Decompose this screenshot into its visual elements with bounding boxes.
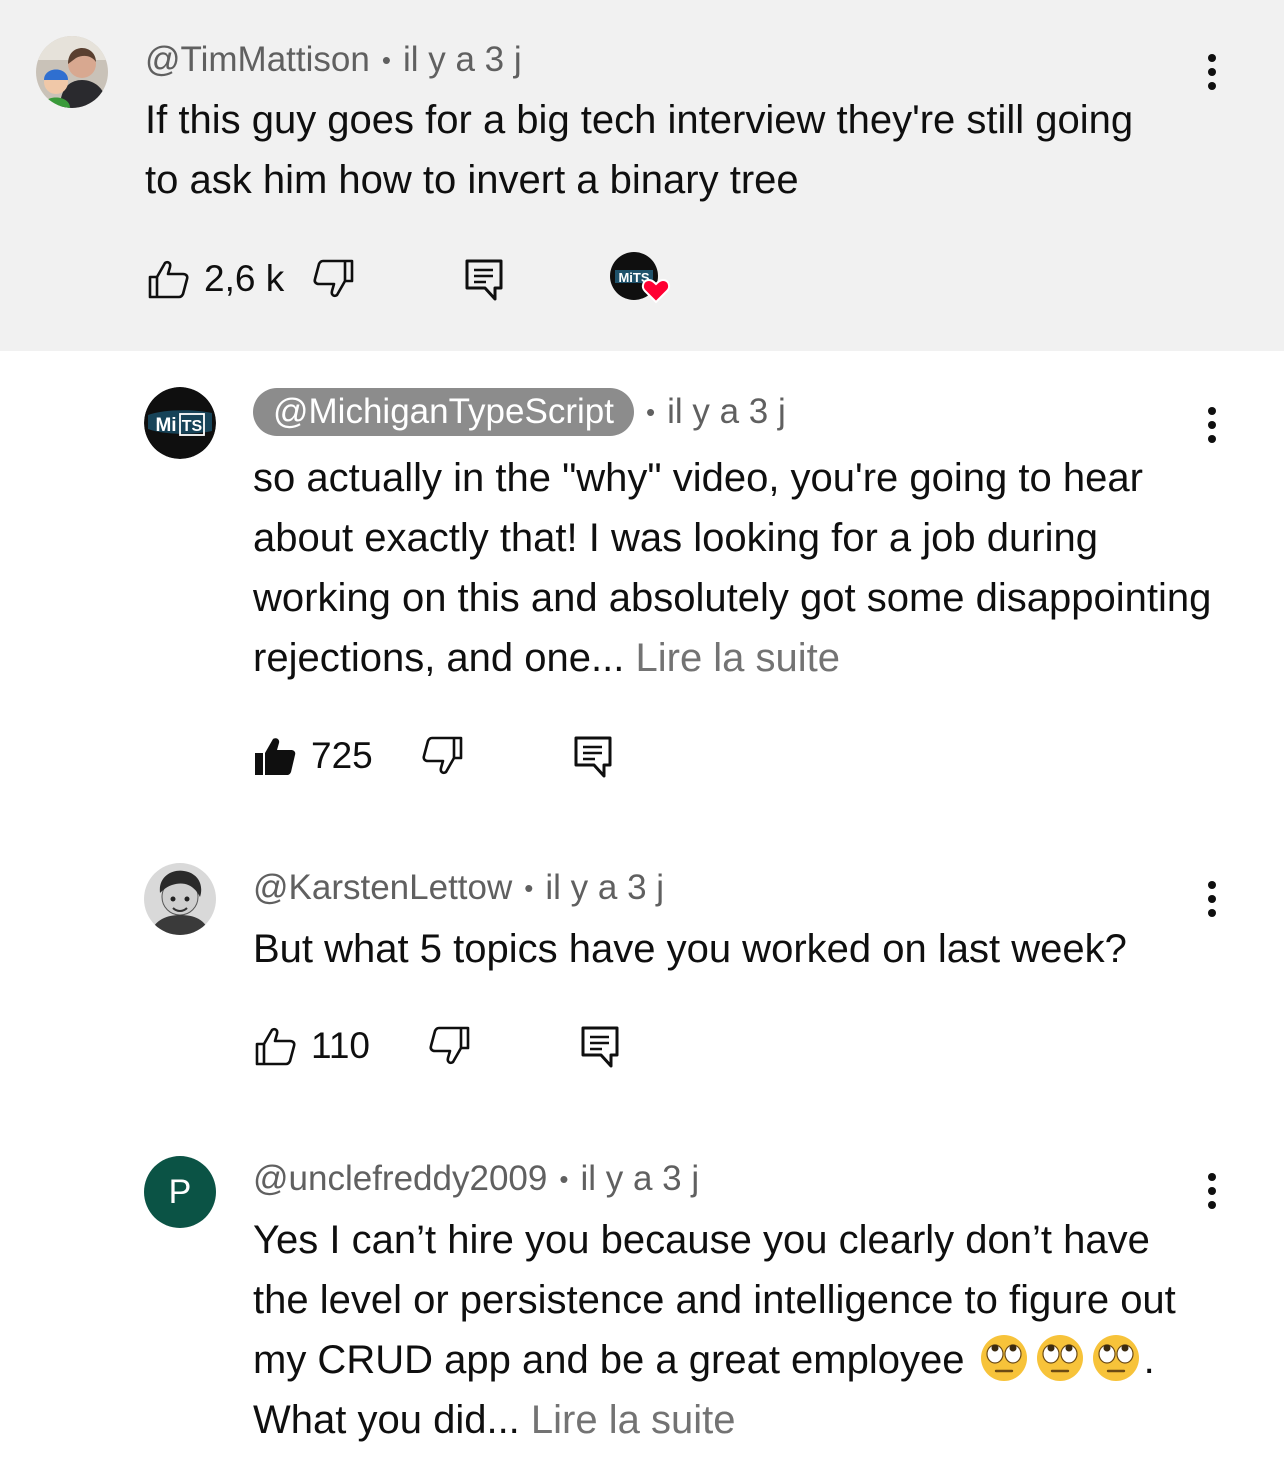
avatar[interactable] xyxy=(144,863,216,935)
comment-text: so actually in the "why" video, you're g… xyxy=(253,448,1213,688)
comment-time[interactable]: il y a 3 j xyxy=(545,868,664,908)
reply-icon[interactable] xyxy=(571,734,615,778)
more-options-button[interactable] xyxy=(1202,881,1222,921)
avatar[interactable]: P xyxy=(144,1156,216,1228)
comment-time[interactable]: il y a 3 j xyxy=(667,392,786,432)
creator-handle-badge[interactable]: @MichiganTypeScript xyxy=(253,388,634,436)
comment-item: P @unclefreddy2009 • il y a 3 j Yes I ca… xyxy=(0,1121,1284,1464)
dislike-icon[interactable] xyxy=(428,1024,472,1068)
comment-meta: @TimMattison • il y a 3 j xyxy=(145,40,522,80)
comment-actions: 725 xyxy=(253,731,615,781)
comment-text: Yes I can’t hire you because you clearly… xyxy=(253,1210,1213,1450)
like-count: 725 xyxy=(311,735,373,776)
more-options-button[interactable] xyxy=(1202,1173,1222,1213)
face-with-rolling-eyes-icon xyxy=(1091,1333,1141,1383)
svg-text:TS: TS xyxy=(182,418,203,435)
svg-text:Mi: Mi xyxy=(155,415,176,436)
creator-avatar-icon: MiTS xyxy=(610,252,671,304)
comment-text: If this guy goes for a big tech intervie… xyxy=(145,98,1134,202)
like-count: 2,6 k xyxy=(204,258,285,299)
comment-actions: 110 xyxy=(253,1021,622,1071)
reply-icon[interactable] xyxy=(578,1024,622,1068)
comment-meta: @unclefreddy2009 • il y a 3 j xyxy=(253,1159,699,1199)
meta-separator: • xyxy=(645,396,656,427)
comment-time[interactable]: il y a 3 j xyxy=(580,1159,699,1199)
like-count: 110 xyxy=(311,1025,370,1066)
meta-separator: • xyxy=(559,1163,569,1194)
read-more-link[interactable]: Lire la suite xyxy=(531,1398,736,1442)
meta-separator: • xyxy=(381,44,391,75)
avatar-letter: P xyxy=(168,1172,192,1211)
face-with-rolling-eyes-icon xyxy=(1035,1333,1085,1383)
meta-separator: • xyxy=(524,872,534,903)
reply-icon[interactable] xyxy=(462,257,506,301)
comment-meta: @KarstenLettow • il y a 3 j xyxy=(253,868,664,908)
comment-meta: @MichiganTypeScript • il y a 3 j xyxy=(253,388,786,436)
comment-item: @KarstenLettow • il y a 3 j But what 5 t… xyxy=(0,821,1284,1121)
dislike-icon[interactable] xyxy=(312,257,356,301)
like-icon[interactable] xyxy=(253,1024,297,1068)
more-options-button[interactable] xyxy=(1202,54,1222,94)
author-handle[interactable]: @TimMattison xyxy=(145,40,370,80)
like-filled-icon[interactable] xyxy=(253,734,297,778)
more-options-button[interactable] xyxy=(1202,407,1222,447)
comment-item: Mi TS @MichiganTypeScript • il y a 3 j s… xyxy=(0,351,1284,821)
dislike-icon[interactable] xyxy=(421,734,465,778)
avatar[interactable] xyxy=(36,36,108,108)
comment-text: But what 5 topics have you worked on las… xyxy=(253,927,1127,971)
creator-heart-badge: MiTS xyxy=(610,252,674,306)
read-more-link[interactable]: Lire la suite xyxy=(635,636,840,680)
author-handle[interactable]: @KarstenLettow xyxy=(253,868,512,908)
comment-time[interactable]: il y a 3 j xyxy=(403,40,522,80)
comment-item: @TimMattison • il y a 3 j If this guy go… xyxy=(0,0,1284,351)
comment-actions: 2,6 k MiTS xyxy=(146,252,674,306)
like-icon[interactable] xyxy=(146,257,190,301)
face-with-rolling-eyes-icon xyxy=(979,1333,1029,1383)
author-handle[interactable]: @unclefreddy2009 xyxy=(253,1159,547,1199)
avatar[interactable]: Mi TS xyxy=(144,387,216,459)
